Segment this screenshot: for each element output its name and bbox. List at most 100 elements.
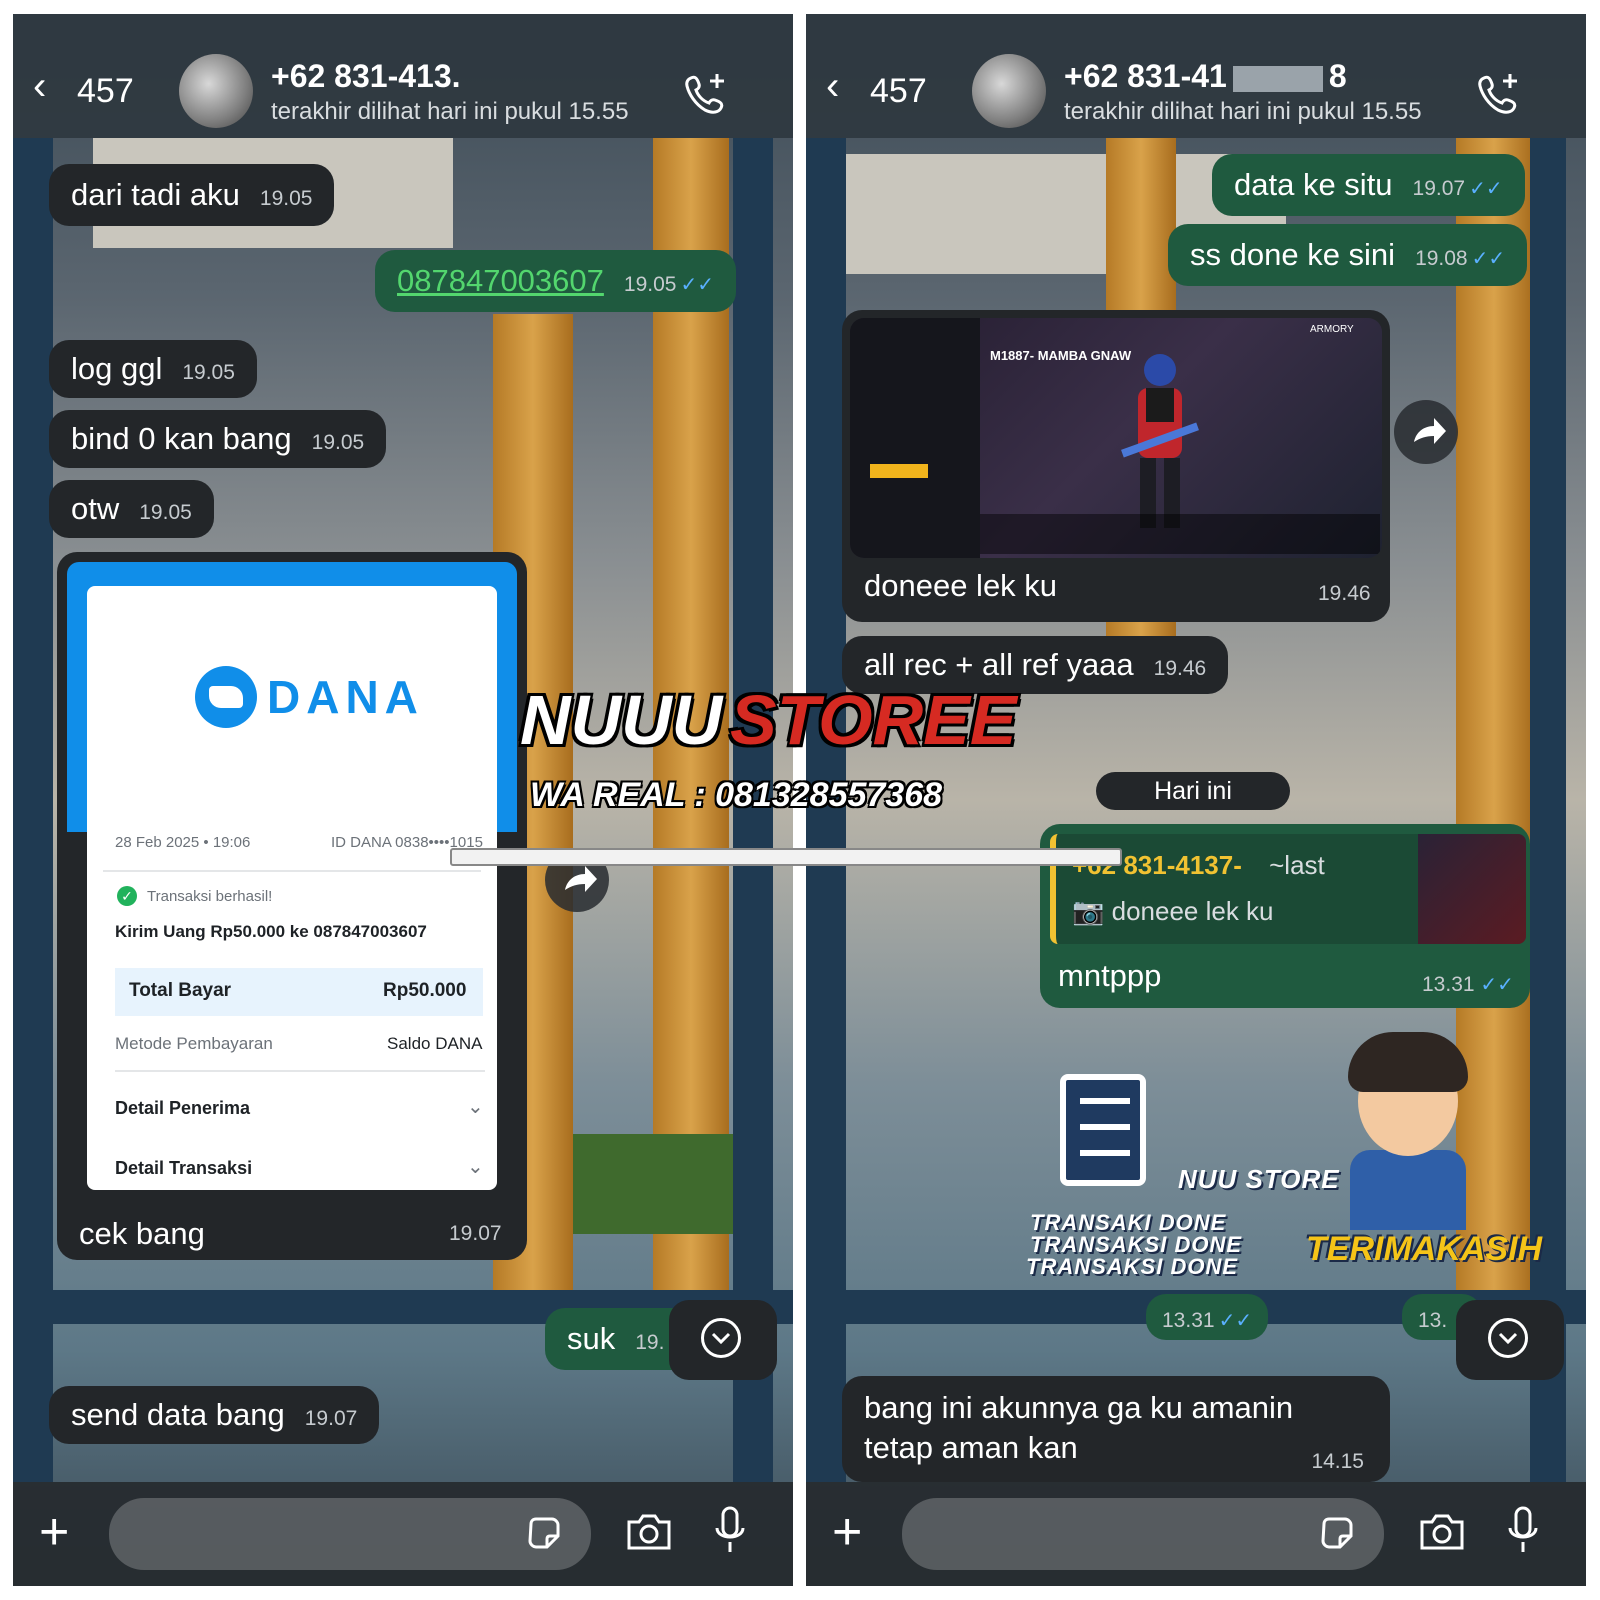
last-seen-status: terakhir dilihat hari ini pukul 15.55 bbox=[271, 98, 629, 125]
scroll-to-bottom-button[interactable] bbox=[669, 1300, 777, 1380]
weapon-name: M1887- MAMBA GNAW bbox=[990, 348, 1132, 363]
detail-receiver: Detail Penerima bbox=[115, 1098, 251, 1118]
receipt-status: Transaksi berhasil! bbox=[147, 888, 273, 905]
message-time: 13.31 bbox=[1422, 973, 1475, 996]
read-ticks-icon: ✓✓ bbox=[680, 274, 714, 296]
chevron-left-icon[interactable]: ‹ bbox=[826, 66, 839, 106]
avatar[interactable] bbox=[179, 54, 253, 128]
total-value: Rp50.000 bbox=[383, 980, 467, 1001]
dana-receipt[interactable]: DANA 28 Feb 2025 • 19:06 ID DANA 0838•••… bbox=[87, 586, 497, 1190]
microphone-icon[interactable] bbox=[1506, 1506, 1540, 1556]
chevron-left-icon[interactable]: ‹ bbox=[33, 66, 46, 106]
chat-header: ‹ 457 +62 831-413. terakhir dilihat hari… bbox=[13, 14, 793, 138]
chevron-down-icon: ⌄ bbox=[467, 1096, 484, 1118]
microphone-icon[interactable] bbox=[713, 1506, 747, 1556]
image-message[interactable]: M1887- MAMBA GNAW ARMORY doneee lek ku 1… bbox=[842, 310, 1390, 622]
clipboard-checklist-icon bbox=[1060, 1074, 1146, 1186]
skin-selector-strip bbox=[980, 514, 1380, 554]
scroll-to-bottom-button[interactable] bbox=[1456, 1300, 1564, 1380]
message-text: dari tadi aku bbox=[71, 177, 240, 212]
image-message[interactable]: DANA 28 Feb 2025 • 19:06 ID DANA 0838•••… bbox=[57, 552, 527, 1260]
phone-number-link[interactable]: 087847003607 bbox=[397, 263, 604, 298]
message-text: ss done ke sini bbox=[1190, 237, 1396, 272]
chat-header: ‹ 457 +62 831-41 8 terakhir dilihat hari … bbox=[806, 14, 1586, 138]
compose-bar: + bbox=[13, 1482, 793, 1586]
message-text: log ggl bbox=[71, 351, 163, 386]
image-caption: doneee lek ku bbox=[864, 568, 1058, 603]
read-ticks-icon: ✓✓ bbox=[1480, 974, 1514, 996]
message-time: 19.05 bbox=[259, 187, 313, 210]
contact-name-end: 8 bbox=[1328, 58, 1347, 94]
plus-icon[interactable]: + bbox=[832, 1502, 862, 1562]
background-grass bbox=[573, 1134, 733, 1234]
message-time: 19.05 bbox=[623, 273, 677, 296]
contact-name-start: +62 831-41 bbox=[1064, 58, 1227, 94]
quoted-text-row: 📷 doneee lek ku bbox=[1072, 896, 1274, 927]
total-label: Total Bayar bbox=[129, 980, 232, 1001]
back-unread-count[interactable]: 457 bbox=[77, 72, 134, 111]
contact-name[interactable]: +62 831-413. bbox=[271, 58, 461, 95]
divider bbox=[103, 870, 481, 872]
forward-icon[interactable] bbox=[1394, 400, 1458, 464]
phone-plus-icon[interactable] bbox=[1474, 70, 1522, 118]
camera-icon[interactable] bbox=[1418, 1512, 1466, 1552]
message-time: 14.15 bbox=[1311, 1450, 1364, 1473]
message-text: send data bang bbox=[71, 1397, 285, 1432]
message-incoming[interactable]: otw 19.05 bbox=[49, 480, 214, 538]
sticker-line: TRANSAKSI DONE bbox=[1026, 1254, 1239, 1279]
compose-bar: + bbox=[806, 1482, 1586, 1586]
message-time: 19.05 bbox=[139, 501, 192, 524]
contact-name[interactable]: +62 831-41 8 bbox=[1064, 58, 1347, 95]
plus-icon[interactable]: + bbox=[39, 1502, 69, 1562]
message-outgoing[interactable]: 087847003607 19.05 ✓✓ bbox=[375, 250, 736, 312]
receipt-date: 28 Feb 2025 • 19:06 bbox=[115, 834, 251, 851]
watermark-underline bbox=[450, 848, 1122, 866]
game-screenshot[interactable]: M1887- MAMBA GNAW ARMORY bbox=[850, 318, 1382, 558]
message-text: mntppp bbox=[1058, 958, 1162, 993]
redaction-block bbox=[1232, 65, 1323, 92]
message-text: otw bbox=[71, 491, 120, 526]
avatar[interactable] bbox=[972, 54, 1046, 128]
dana-logo-icon bbox=[195, 666, 257, 728]
quoted-author-tail: ~last bbox=[1269, 850, 1325, 880]
camera-icon: 📷 bbox=[1072, 896, 1105, 926]
detail-transaction: Detail Transaksi bbox=[115, 1158, 253, 1178]
message-incoming[interactable]: bind 0 kan bang 19.05 bbox=[49, 410, 387, 468]
message-time: 13.31 bbox=[1162, 1309, 1215, 1332]
chevron-down-icon bbox=[1488, 1318, 1528, 1358]
message-time: 19. bbox=[635, 1331, 665, 1354]
watermark-title-white: NUUU bbox=[520, 681, 723, 759]
phone-plus-icon[interactable] bbox=[681, 70, 729, 118]
message-incoming[interactable]: bang ini akunnya ga ku amanin tetap aman… bbox=[842, 1376, 1390, 1482]
quoted-text: doneee lek ku bbox=[1111, 896, 1274, 926]
sticker-thanks-text: TERIMAKASIH bbox=[1306, 1230, 1543, 1268]
message-time: 19.05 bbox=[311, 431, 365, 454]
last-seen-status: terakhir dilihat hari ini pukul 15.55 bbox=[1064, 98, 1422, 125]
background-window-frame bbox=[1530, 138, 1566, 1482]
sticker-brand: NUU STORE bbox=[1178, 1164, 1340, 1194]
message-time: 19.07 bbox=[1412, 177, 1466, 200]
message-incoming[interactable]: log ggl 19.05 bbox=[49, 340, 257, 398]
message-input[interactable] bbox=[109, 1498, 591, 1570]
message-input[interactable] bbox=[902, 1498, 1384, 1570]
dana-logo-text: DANA bbox=[267, 671, 424, 723]
message-text: bind 0 kan bang bbox=[71, 421, 292, 456]
message-incoming[interactable]: send data bang 19.07 bbox=[49, 1386, 380, 1444]
chevron-down-icon bbox=[701, 1318, 741, 1358]
chevron-down-icon: ⌄ bbox=[467, 1156, 484, 1178]
message-outgoing[interactable]: ss done ke sini 19.08 ✓✓ bbox=[1168, 224, 1528, 286]
message-text: data ke situ bbox=[1234, 167, 1393, 202]
message-text: bang ini akunnya ga ku amanin tetap aman… bbox=[864, 1390, 1294, 1465]
message-outgoing[interactable]: data ke situ 19.07 ✓✓ bbox=[1212, 154, 1525, 216]
message-text: suk bbox=[567, 1321, 616, 1356]
receipt-description: Kirim Uang Rp50.000 ke 087847003607 bbox=[115, 922, 427, 941]
camera-icon[interactable] bbox=[625, 1512, 673, 1552]
sticker-icon[interactable] bbox=[1318, 1514, 1356, 1552]
read-ticks-icon: ✓✓ bbox=[1469, 178, 1503, 200]
message-incoming[interactable]: dari tadi aku 19.05 bbox=[49, 164, 335, 226]
read-ticks-icon: ✓✓ bbox=[1218, 1310, 1253, 1332]
sticker-icon[interactable] bbox=[525, 1514, 563, 1552]
watermark-contact: WA REAL : 081328557368 bbox=[530, 776, 943, 814]
back-unread-count[interactable]: 457 bbox=[870, 72, 927, 111]
message-time: 19.05 bbox=[182, 361, 235, 384]
